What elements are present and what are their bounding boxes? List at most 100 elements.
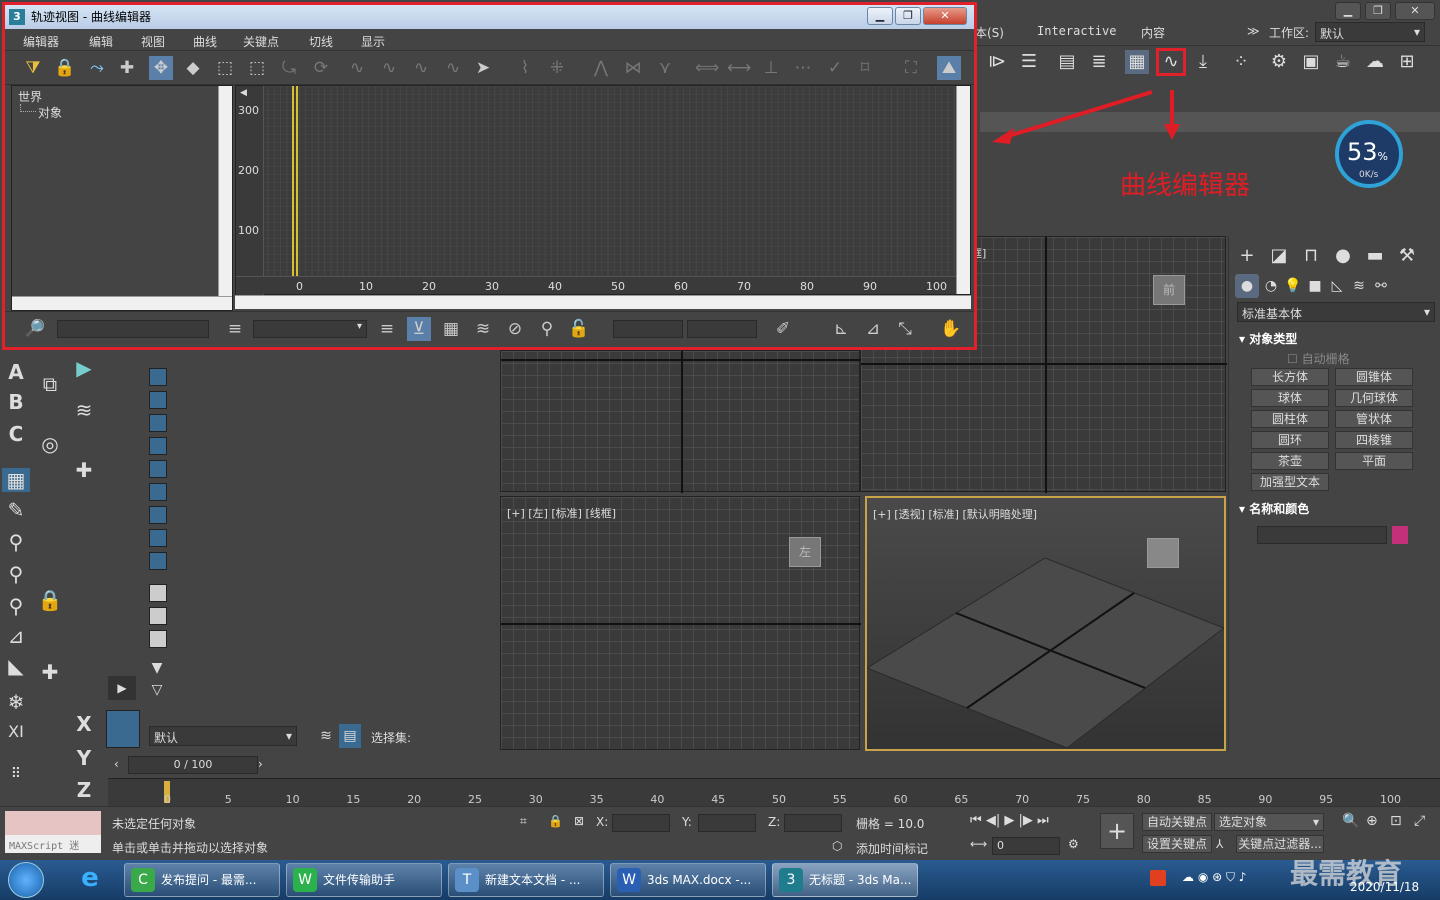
normalize-icon[interactable]: ⊥ [759,56,783,80]
render-online-icon[interactable]: ☁ [1363,50,1387,74]
move-keys-horizontal-icon[interactable]: ✥ [149,56,173,80]
viewport-layout-icon[interactable] [106,710,140,748]
tv-close-button[interactable]: ✕ [923,7,967,25]
isolate-curve-icon[interactable]: ⊘ [503,317,527,341]
square-icon[interactable] [149,607,167,625]
graph-hscroll[interactable] [235,295,971,309]
geosphere-button[interactable]: 几何球体 [1335,389,1413,407]
selected-dropdown[interactable]: 选定对象 ▾ [1214,813,1324,831]
select-grid-icon[interactable]: ▦ [2,468,30,492]
menu-script[interactable]: 本(S) [975,24,1004,41]
keyboard-icon[interactable]: ⠿ [2,762,30,786]
selection-lock-icon[interactable]: 🔒 [548,814,563,828]
tangent-smooth-icon[interactable]: ⋀ [589,56,613,80]
zoom-extents-icon[interactable]: ⊡ [1390,813,1402,829]
move-keys-icon[interactable]: ✚ [115,56,139,80]
light-icon[interactable] [149,529,167,547]
xref-icon[interactable]: XI [2,720,30,744]
tree-item-objects[interactable]: 对象 [38,104,62,121]
auto-grid-checkbox[interactable]: ☐ 自动栅格 [1287,350,1350,367]
retime-all-icon[interactable]: ⟳ [309,56,333,80]
controller-tree[interactable]: 世界 对象 [11,85,233,311]
object-name-field[interactable] [1257,526,1387,544]
y-coord-field[interactable] [698,814,756,832]
utilities-tab-icon[interactable]: ⚒ [1395,244,1419,268]
tv-minimize-button[interactable]: ▁ [867,7,893,25]
open-gallery-icon[interactable]: ⊞ [1395,50,1419,74]
link-icon[interactable]: ⚲ [2,530,30,554]
ie-icon[interactable]: e [70,863,110,897]
text-plus-button[interactable]: 加强型文本 [1251,473,1329,491]
loop-icon[interactable]: ◎ [36,432,64,456]
wand-icon[interactable] [149,483,167,501]
layer-manager-icon[interactable]: ▤ [339,724,361,748]
sphere-button[interactable]: 球体 [1251,389,1329,407]
align-icon[interactable]: ☰ [1017,50,1041,74]
show-keyable-icon[interactable]: ≡ [375,317,399,341]
graph-vscroll[interactable] [956,86,970,294]
set-key-big-button[interactable]: + [1100,813,1134,849]
tv-menu-edit[interactable]: 编辑 [89,33,113,50]
spacewarps-icon[interactable]: ≋ [1347,274,1371,298]
geometry-icon[interactable]: ● [1235,274,1259,298]
scene-explorer-icon[interactable]: ▤ [1055,50,1079,74]
region-icon[interactable]: ⬚ [245,56,269,80]
modify-tab-icon[interactable]: ◪ [1267,244,1291,268]
tangent-auto-icon[interactable]: ∿ [345,56,369,80]
snowflake-icon[interactable]: ❄ [2,690,30,714]
motion-tab-icon[interactable]: ● [1331,244,1355,268]
shapes-icon[interactable]: ◔ [1259,274,1283,298]
track-select[interactable]: ▾ [253,320,367,338]
expand-right-icon[interactable]: ▶ [108,676,136,700]
tube-button[interactable]: 管状体 [1335,410,1413,428]
x-coord-field[interactable] [612,814,670,832]
media-icon[interactable]: ▶ [70,356,98,380]
zoom-selected-icon[interactable]: 🔎 [23,317,47,341]
primitive-type-select[interactable]: 标准基本体 ▾ [1237,302,1435,322]
viewport-perspective-label[interactable]: [+] [透视] [标准] [默认明暗处理] [873,506,1037,522]
pyramid-button[interactable]: 四棱锥 [1335,431,1413,449]
paint-select-icon[interactable]: ◣ [2,654,30,678]
taskbar-task[interactable]: T 新建文本文档 - ... [448,863,604,897]
unify-tangents-icon[interactable]: ⋎ [653,56,677,80]
time-slider[interactable]: ‹ 0 / 100 › [108,754,1440,778]
viewcube[interactable]: 前 [1153,275,1185,305]
curve-graph[interactable]: ◀ 300 200 100 0 10 20 30 40 50 60 70 80 90 100 [235,85,971,296]
stack-icon[interactable]: ≋ [70,398,98,422]
camera-icon[interactable] [149,368,167,386]
lock-selection-icon[interactable]: ⚲ [535,317,559,341]
tv-menu-tangents[interactable]: 切线 [309,33,333,50]
viewport-perspective[interactable]: [+] [透视] [标准] [默认明暗处理] [865,496,1226,751]
zoom-all-icon[interactable]: ⊕ [1366,813,1378,829]
systems-icon[interactable]: ⚯ [1369,274,1393,298]
viewcube[interactable]: 左 [789,537,821,567]
axis-x-icon[interactable]: X [70,712,98,736]
time-slider-thumb[interactable]: 0 / 100 [128,756,258,774]
render-region-icon[interactable] [149,437,167,455]
section-object-type[interactable]: ▾ 对象类型 [1239,330,1297,347]
list-icon[interactable] [149,630,167,648]
funnel-icon[interactable]: ▽ [145,678,169,702]
unlock-icon[interactable]: 🔓 [567,317,591,341]
zoom-extents-all-icon[interactable]: ⤢ [1414,813,1425,829]
start-button[interactable] [8,862,44,898]
track-bar[interactable]: 0 5 10 15 20 25 30 35 40 45 50 55 60 65 70 75 80 85 90 95 10… [108,778,1440,806]
menu-interactive[interactable]: Interactive [1037,24,1116,38]
close-button[interactable]: ✕ [1395,2,1435,20]
playback-controls[interactable]: ⏮ ◀| ▶ |▶ ⏭ [970,813,1049,828]
menu-content[interactable]: 内容 [1141,24,1165,41]
curve-editor-toggle-icon[interactable]: ⛰ [937,56,961,80]
cameras-icon[interactable]: ■ [1303,274,1327,298]
add-time-tag[interactable]: 添加时间标记 [856,840,928,857]
plane-button[interactable]: 平面 [1335,452,1413,470]
viewport-left[interactable]: [+] [左] [标准] [线框] 左 [500,496,861,750]
bind-icon[interactable]: ⚲ [2,594,30,618]
cone-button[interactable]: 圆锥体 [1335,368,1413,386]
lasso-icon[interactable]: ⊿ [2,624,30,648]
tool-c-icon[interactable]: C [2,422,30,446]
layers-icon[interactable]: ≋ [471,317,495,341]
minimize-button[interactable]: ▁ [1335,2,1361,20]
pick-icon[interactable]: ✎ [2,498,30,522]
retime-icon[interactable]: ⤿ [277,56,301,80]
lock-tangents-icon[interactable]: ⟷ [727,56,751,80]
